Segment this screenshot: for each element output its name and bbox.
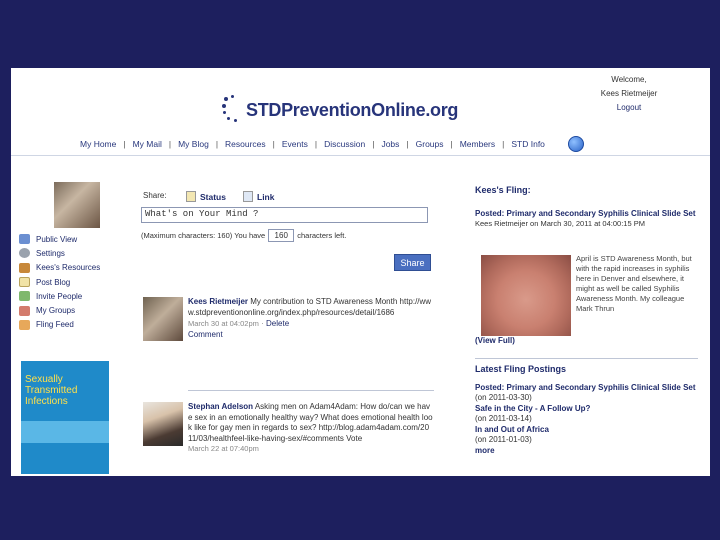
post-time: March 22 at 07:40pm [188, 444, 259, 453]
sidebar: Public View Settings Kees's Resources Po… [19, 232, 100, 332]
people-icon [19, 234, 30, 245]
nav-jobs[interactable]: Jobs [374, 139, 406, 149]
main-nav: My Home | My Mail | My Blog | Resources | Ev… [73, 136, 584, 152]
sidebar-item-public-view[interactable]: Public View [19, 232, 100, 246]
latest-item-date: (on 2011-01-03) [475, 435, 532, 444]
document-icon [19, 277, 30, 288]
groups-icon [19, 305, 30, 316]
fling-divider [475, 358, 698, 359]
fling-photo[interactable] [481, 255, 571, 336]
fling-post-meta: Kees Rietmeijer on March 30, 2011 at 04:… [475, 219, 645, 228]
view-full-link[interactable]: (View Full) [475, 336, 697, 347]
status-input[interactable]: What's on Your Mind ? [141, 207, 428, 223]
book-band [21, 421, 109, 443]
latest-item-title[interactable]: In and Out of Africa [475, 425, 697, 436]
post-author[interactable]: Stephan Adelson [188, 402, 253, 411]
latest-item-title[interactable]: Safe in the City - A Follow Up? [475, 404, 697, 415]
latest-item-date: (on 2011-03-30) [475, 393, 532, 402]
latest-item-title[interactable]: Posted: Primary and Secondary Syphilis C… [475, 383, 697, 394]
more-link[interactable]: more [475, 446, 697, 457]
post-time: March 30 at 04:02pm [188, 319, 259, 328]
welcome-text: Welcome, [611, 75, 647, 84]
feed-icon [19, 319, 30, 330]
nav-std-info[interactable]: STD Info [504, 139, 552, 149]
avatar[interactable] [143, 297, 183, 341]
feed-post: Stephan Adelson Asking men on Adam4Adam:… [188, 402, 433, 455]
sidebar-item-invite-people[interactable]: Invite People [19, 289, 100, 303]
sidebar-item-resources[interactable]: Kees's Resources [19, 261, 100, 275]
nav-discussion[interactable]: Discussion [317, 139, 372, 149]
sidebar-item-post-blog[interactable]: Post Blog [19, 275, 100, 289]
sidebar-item-my-groups[interactable]: My Groups [19, 303, 100, 317]
tab-link[interactable]: Link [243, 191, 274, 202]
link-icon [243, 191, 253, 202]
site-logo[interactable]: STDPreventionOnline.org [222, 90, 458, 130]
logo-dots-icon [222, 95, 244, 125]
nav-resources[interactable]: Resources [218, 139, 273, 149]
avatar[interactable] [143, 402, 183, 446]
book-cover-image[interactable]: Sexually Transmitted Infections [21, 361, 109, 474]
fling-section: Kees's Fling: Posted: Primary and Second… [475, 185, 697, 230]
nav-groups[interactable]: Groups [409, 139, 451, 149]
logo-text: STDPreventionOnline.org [246, 99, 459, 120]
welcome-panel: Welcome, Kees Rietmeijer Logout [584, 73, 674, 115]
latest-postings: Latest Fling Postings Posted: Primary an… [475, 364, 697, 456]
share-button[interactable]: Share [394, 254, 431, 271]
share-label: Share: [143, 191, 167, 200]
fling-caption: April is STD Awareness Month, but with t… [576, 254, 692, 313]
post-divider [188, 390, 434, 391]
nav-events[interactable]: Events [275, 139, 315, 149]
logout-link[interactable]: Logout [584, 101, 674, 115]
nav-divider [11, 155, 710, 156]
nav-members[interactable]: Members [453, 139, 502, 149]
post-author[interactable]: Kees Rietmeijer [188, 297, 248, 306]
tools-icon [19, 262, 30, 273]
globe-icon[interactable] [567, 136, 584, 152]
latest-title: Latest Fling Postings [475, 364, 567, 374]
fling-post-title[interactable]: Posted: Primary and Secondary Syphilis C… [475, 209, 697, 220]
delete-link[interactable]: Delete [266, 319, 289, 328]
user-name[interactable]: Kees Rietmeijer [584, 87, 674, 101]
book-title: Sexually Transmitted Infections [25, 374, 78, 407]
fling-title: Kees's Fling: [475, 185, 531, 195]
status-icon [186, 191, 196, 202]
tab-status[interactable]: Status [186, 191, 226, 202]
char-counter: (Maximum characters: 160) You have 160 c… [141, 229, 347, 242]
sidebar-item-settings[interactable]: Settings [19, 246, 100, 260]
profile-avatar[interactable] [54, 182, 100, 228]
latest-item-date: (on 2011-03-14) [475, 414, 532, 423]
feed-post: Kees Rietmeijer My contribution to STD A… [188, 297, 433, 341]
invite-icon [19, 291, 30, 302]
comment-link[interactable]: Comment [188, 330, 433, 341]
nav-my-mail[interactable]: My Mail [126, 139, 169, 149]
nav-my-blog[interactable]: My Blog [171, 139, 216, 149]
webpage: Welcome, Kees Rietmeijer Logout STDPreve… [11, 68, 710, 476]
char-count-field: 160 [268, 229, 295, 242]
sidebar-item-fling-feed[interactable]: Fling Feed [19, 318, 100, 332]
nav-my-home[interactable]: My Home [73, 139, 123, 149]
gear-icon [19, 248, 30, 259]
